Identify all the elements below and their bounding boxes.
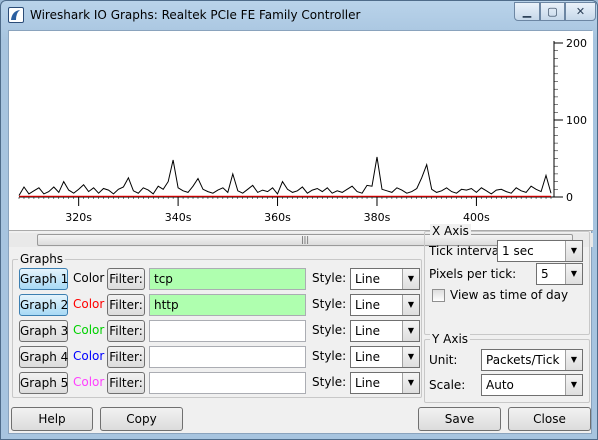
style-label: Style: (312, 375, 347, 389)
window-title: Wireshark IO Graphs: Realtek PCIe FE Fam… (30, 8, 361, 22)
graph-toggle-button[interactable]: Graph 1 (19, 268, 68, 290)
io-graph-svg: 320s 340s 360s 380s 400s 200 100 0 (18, 37, 587, 224)
y-tick-label: 200 (566, 37, 587, 50)
minimize-icon: ▁ (522, 5, 532, 18)
chevron-down-icon: ▼ (565, 241, 582, 261)
chevron-down-icon: ▼ (565, 350, 582, 370)
filter-button[interactable]: Filter: (107, 268, 145, 290)
chevron-down-icon: ▼ (402, 373, 419, 393)
filter-input[interactable] (149, 346, 306, 368)
style-select[interactable]: Line ▼ (350, 346, 420, 368)
graph-color-label[interactable]: Color (73, 297, 104, 311)
y-axis-group: Y Axis Unit: Packets/Tick ▼ Scale: Auto … (424, 332, 590, 403)
x-tick-label: 360s (264, 211, 291, 224)
view-time-of-day-label: View as time of day (450, 288, 569, 302)
graph-color-label[interactable]: Color (73, 323, 104, 337)
y-axis-group-title: Y Axis (430, 332, 471, 346)
graph-color-label[interactable]: Color (73, 271, 104, 285)
style-value: Line (355, 350, 381, 364)
dialog-client-area: 320s 340s 360s 380s 400s 200 100 0 ||| Graphs G… (8, 30, 593, 434)
y-tick-label: 0 (566, 191, 573, 204)
maximize-icon: ▢ (547, 5, 558, 18)
filter-input[interactable]: tcp (149, 268, 306, 290)
tick-interval-select[interactable]: 1 sec ▼ (497, 240, 583, 262)
style-select[interactable]: Line ▼ (350, 372, 420, 394)
filter-button[interactable]: Filter: (107, 372, 145, 394)
graphs-group-title: Graphs (18, 252, 66, 266)
filter-button[interactable]: Filter: (107, 294, 145, 316)
graph-toggle-button[interactable]: Graph 2 (19, 294, 68, 316)
view-time-of-day-checkbox[interactable] (432, 289, 445, 302)
graph-toggle-button[interactable]: Graph 4 (19, 346, 68, 368)
wireshark-fin-icon (8, 7, 24, 23)
graph-toggle-button[interactable]: Graph 5 (19, 372, 68, 394)
pixels-per-tick-select[interactable]: 5 ▼ (536, 263, 583, 285)
tick-interval-label: Tick interval: (429, 244, 507, 258)
y-tick-label: 100 (566, 114, 587, 127)
io-graph-plot[interactable]: 320s 340s 360s 380s 400s 200 100 0 (9, 31, 593, 231)
style-label: Style: (312, 297, 347, 311)
chevron-down-icon: ▼ (402, 347, 419, 367)
filter-input[interactable] (149, 320, 306, 342)
maximize-button[interactable]: ▢ (540, 2, 565, 21)
x-tick-label: 320s (65, 211, 92, 224)
close-button[interactable]: Close (508, 407, 591, 431)
copy-button[interactable]: Copy (100, 407, 183, 431)
minimize-button[interactable]: ▁ (514, 2, 540, 21)
style-label: Style: (312, 323, 347, 337)
help-button[interactable]: Help (11, 407, 93, 431)
unit-select[interactable]: Packets/Tick ▼ (481, 349, 583, 371)
style-value: Line (355, 272, 381, 286)
style-select[interactable]: Line ▼ (350, 268, 420, 290)
chevron-down-icon: ▼ (565, 375, 582, 395)
graph-color-label[interactable]: Color (73, 349, 104, 363)
close-window-button[interactable]: ✕ (565, 2, 596, 21)
unit-label: Unit: (429, 353, 458, 367)
tick-interval-value: 1 sec (502, 244, 534, 258)
scale-select[interactable]: Auto ▼ (481, 374, 583, 396)
graph-toggle-button[interactable]: Graph 3 (19, 320, 68, 342)
chevron-down-icon: ▼ (402, 321, 419, 341)
style-select[interactable]: Line ▼ (350, 294, 420, 316)
scale-label: Scale: (429, 378, 466, 392)
style-value: Line (355, 324, 381, 338)
x-tick-label: 340s (165, 211, 192, 224)
x-axis-group: X Axis Tick interval: 1 sec ▼ Pixels per… (424, 224, 590, 335)
pixels-per-tick-value: 5 (541, 267, 549, 281)
style-label: Style: (312, 271, 347, 285)
chevron-down-icon: ▼ (402, 269, 419, 289)
series-1-line (18, 156, 552, 196)
graphs-group: Graphs Graph 1 Color Filter: tcp Style: Line ▼… (12, 252, 422, 398)
style-label: Style: (312, 349, 347, 363)
filter-input[interactable] (149, 372, 306, 394)
chevron-down-icon: ▼ (565, 264, 582, 284)
pixels-per-tick-label: Pixels per tick: (429, 267, 517, 281)
filter-button[interactable]: Filter: (107, 346, 145, 368)
title-bar: Wireshark IO Graphs: Realtek PCIe FE Fam… (1, 1, 597, 29)
io-graphs-window: Wireshark IO Graphs: Realtek PCIe FE Fam… (0, 0, 598, 440)
style-value: Line (355, 376, 381, 390)
graph-color-label[interactable]: Color (73, 375, 104, 389)
x-tick-label: 400s (463, 211, 490, 224)
save-button[interactable]: Save (418, 407, 501, 431)
scale-value: Auto (486, 378, 514, 392)
x-axis-group-title: X Axis (430, 224, 471, 238)
x-tick-label: 380s (364, 211, 391, 224)
close-icon: ✕ (575, 5, 586, 18)
chevron-down-icon: ▼ (402, 295, 419, 315)
style-select[interactable]: Line ▼ (350, 320, 420, 342)
style-value: Line (355, 298, 381, 312)
unit-value: Packets/Tick (486, 353, 560, 367)
filter-button[interactable]: Filter: (107, 320, 145, 342)
filter-input[interactable]: http (149, 294, 306, 316)
